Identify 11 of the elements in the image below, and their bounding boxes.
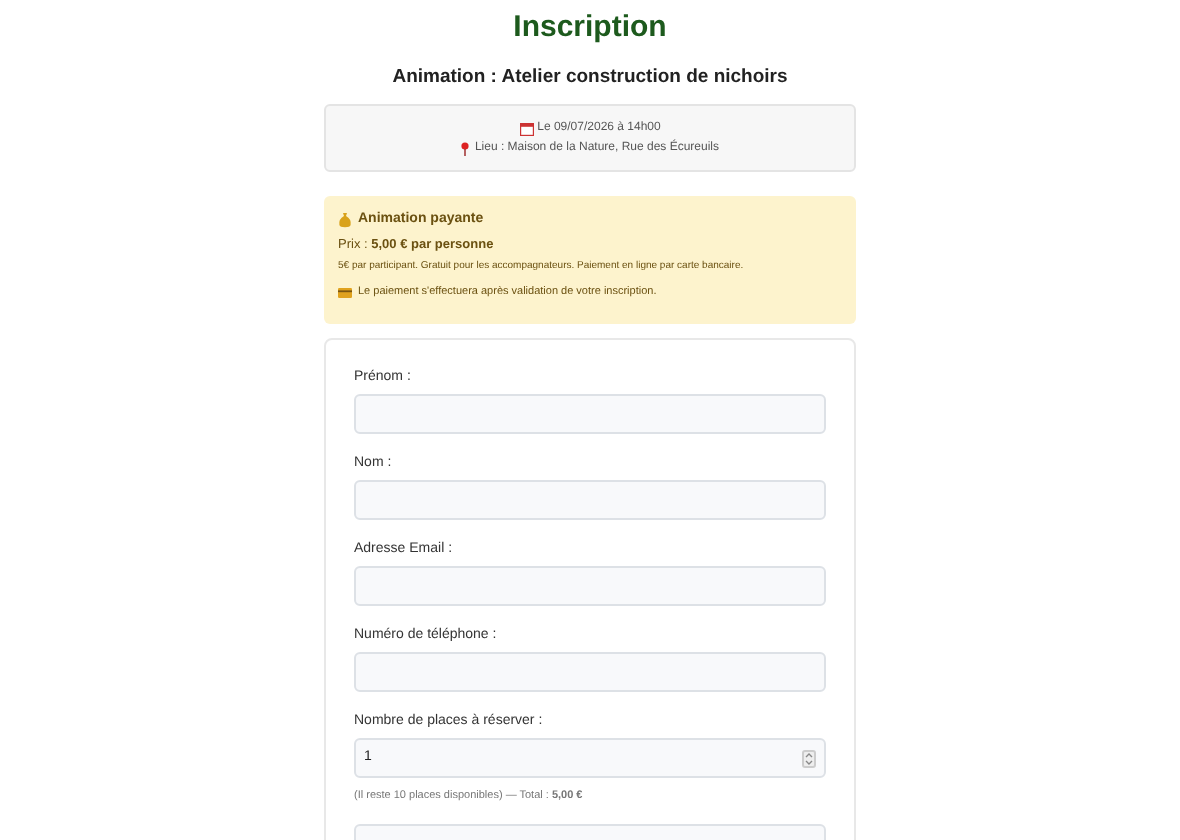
input-field[interactable] <box>354 566 826 606</box>
spinner-icon[interactable] <box>802 749 816 767</box>
event-title: Animation : Atelier construction de nichoirs <box>392 66 788 90</box>
calendar-icon <box>519 121 534 135</box>
pushpin-icon <box>460 141 471 155</box>
input-field[interactable] <box>354 394 826 434</box>
input-field[interactable] <box>354 652 826 692</box>
credit-card-icon <box>338 287 352 297</box>
page-title: Inscription <box>513 10 667 46</box>
input-field[interactable] <box>354 480 826 520</box>
money-bag-icon <box>338 211 352 227</box>
